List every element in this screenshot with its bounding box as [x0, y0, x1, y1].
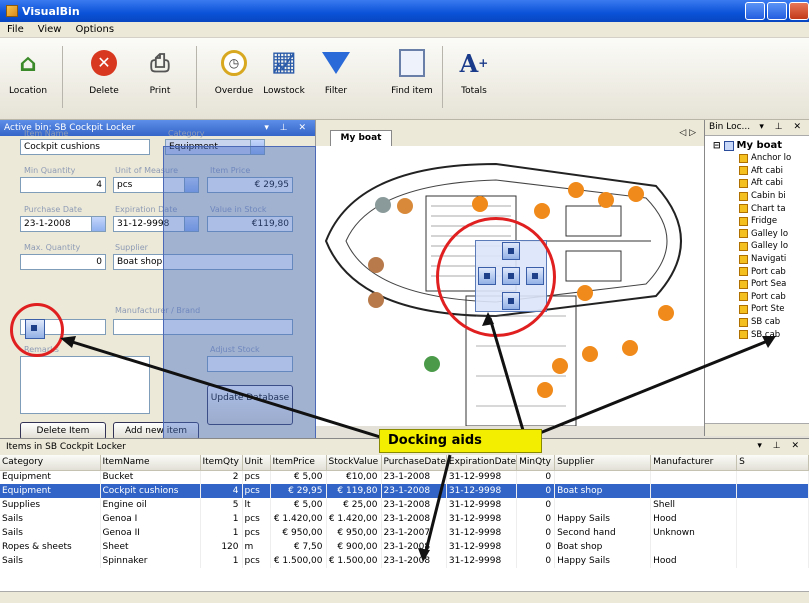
annotation-arrows: [60, 312, 776, 562]
docking-aids-callout: Docking aids: [379, 429, 542, 453]
